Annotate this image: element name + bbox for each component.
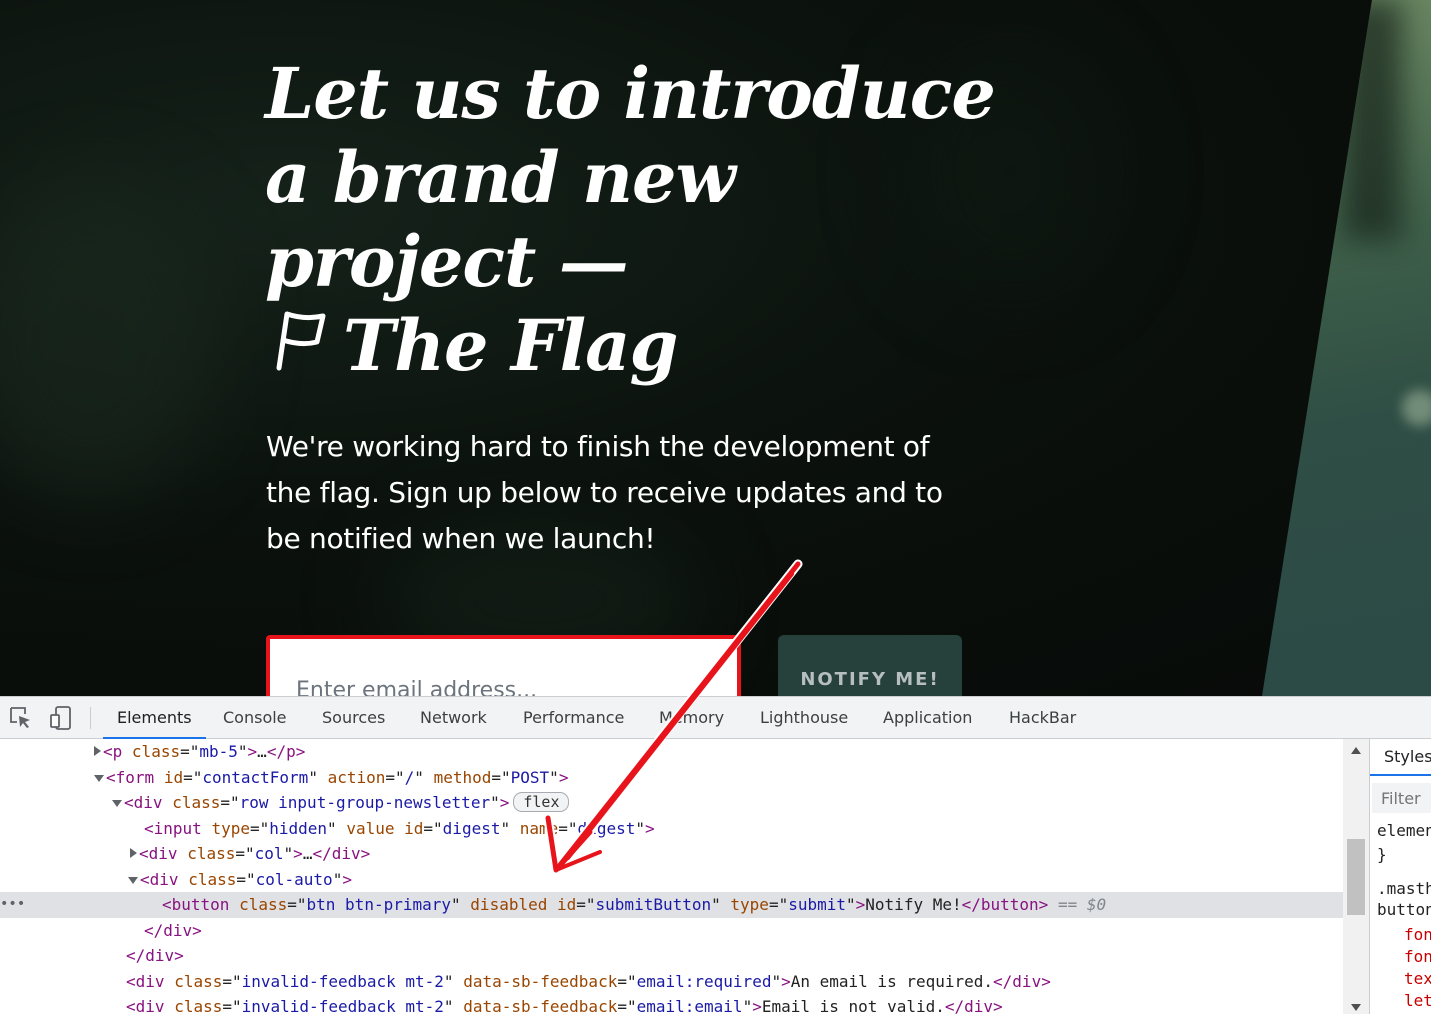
style-rule-selector[interactable]: button xyxy=(1377,900,1431,919)
style-property[interactable]: fon xyxy=(1404,925,1431,944)
expand-arrow-icon[interactable] xyxy=(94,746,101,756)
hero-lead-text: We're working hard to finish the develop… xyxy=(266,430,943,555)
dom-tree: <p class="mb-5">…</p> <form id="contactF… xyxy=(0,739,1343,1014)
collapse-arrow-icon[interactable] xyxy=(94,774,104,782)
devtools-panel: Elements Console Sources Network Perform… xyxy=(0,696,1431,1014)
background-image-panel xyxy=(1262,0,1431,696)
tab-styles[interactable]: Styles xyxy=(1384,747,1431,766)
style-rule-selector[interactable]: .masth xyxy=(1377,879,1431,898)
tab-console[interactable]: Console xyxy=(223,697,287,739)
dom-node[interactable]: <div class="col">…</div> xyxy=(0,841,1343,867)
styles-filter-input[interactable] xyxy=(1372,783,1431,813)
style-property[interactable]: tex xyxy=(1404,969,1431,988)
dom-node[interactable]: <p class="mb-5">…</p> xyxy=(0,739,1343,765)
devtools-toolbar: Elements Console Sources Network Perform… xyxy=(0,697,1431,739)
style-property[interactable]: let xyxy=(1404,991,1431,1010)
tab-elements[interactable]: Elements xyxy=(103,697,206,739)
email-input[interactable] xyxy=(266,635,741,696)
dom-node[interactable]: <input type="hidden" value id="digest" n… xyxy=(0,816,1343,842)
background-shape xyxy=(0,180,220,500)
collapse-arrow-icon[interactable] xyxy=(112,800,122,807)
headline-brand: The Flag xyxy=(343,304,678,387)
tab-performance[interactable]: Performance xyxy=(523,697,624,739)
flex-badge[interactable]: flex xyxy=(513,792,570,812)
tab-lighthouse[interactable]: Lighthouse xyxy=(760,697,848,739)
headline-line: project — xyxy=(265,220,629,303)
tab-hackbar[interactable]: HackBar xyxy=(1009,697,1076,739)
notify-me-button[interactable]: NOTIFY ME! xyxy=(778,635,962,696)
styles-pane: Styles elemen } .masth button fon fon te… xyxy=(1369,739,1431,1014)
headline-line-flag: The Flag xyxy=(265,304,985,388)
inspect-element-icon[interactable] xyxy=(8,705,34,731)
dom-node-selected[interactable]: ••• <button class="btn btn-primary" disab… xyxy=(0,892,1343,918)
dom-node[interactable]: <div class="invalid-feedback mt-2" data-… xyxy=(0,969,1343,995)
tab-memory[interactable]: Memory xyxy=(659,697,724,739)
scroll-thumb[interactable] xyxy=(1347,839,1365,915)
style-rule-selector[interactable]: elemen xyxy=(1377,821,1431,840)
device-toolbar-icon[interactable] xyxy=(48,705,74,731)
dom-node[interactable]: <div class="row input-group-newsletter">… xyxy=(0,790,1343,816)
dom-node-close[interactable]: </div> xyxy=(0,943,1343,969)
expand-arrow-icon[interactable] xyxy=(130,848,137,858)
style-property[interactable]: fon xyxy=(1404,947,1431,966)
dom-node-close[interactable]: </div> xyxy=(0,918,1343,944)
tab-application[interactable]: Application xyxy=(883,697,972,739)
headline-line: Let us to introduce xyxy=(265,52,996,135)
more-options-icon[interactable]: ••• xyxy=(0,892,25,918)
scroll-up-icon[interactable] xyxy=(1351,747,1361,754)
dom-node[interactable]: <div class="invalid-feedback mt-2" data-… xyxy=(0,994,1343,1014)
collapse-arrow-icon[interactable] xyxy=(128,876,138,884)
dom-node[interactable]: <div class="col-auto"> xyxy=(0,867,1343,893)
style-rule-brace: } xyxy=(1377,845,1387,864)
dom-tree-scrollbar[interactable] xyxy=(1343,739,1369,1014)
tab-network[interactable]: Network xyxy=(420,697,487,739)
headline-line: a brand new xyxy=(265,136,736,219)
toolbar-divider xyxy=(90,707,91,729)
scroll-down-icon[interactable] xyxy=(1351,1004,1361,1011)
website-viewport: Let us to introduce a brand new project … xyxy=(0,0,1431,696)
styles-tab-underline xyxy=(1370,774,1431,776)
hero-headline: Let us to introduce a brand new project … xyxy=(265,52,996,388)
tab-sources[interactable]: Sources xyxy=(322,697,385,739)
dom-node[interactable]: <form id="contactForm" action="/" method… xyxy=(0,765,1343,791)
flag-icon xyxy=(276,311,326,371)
